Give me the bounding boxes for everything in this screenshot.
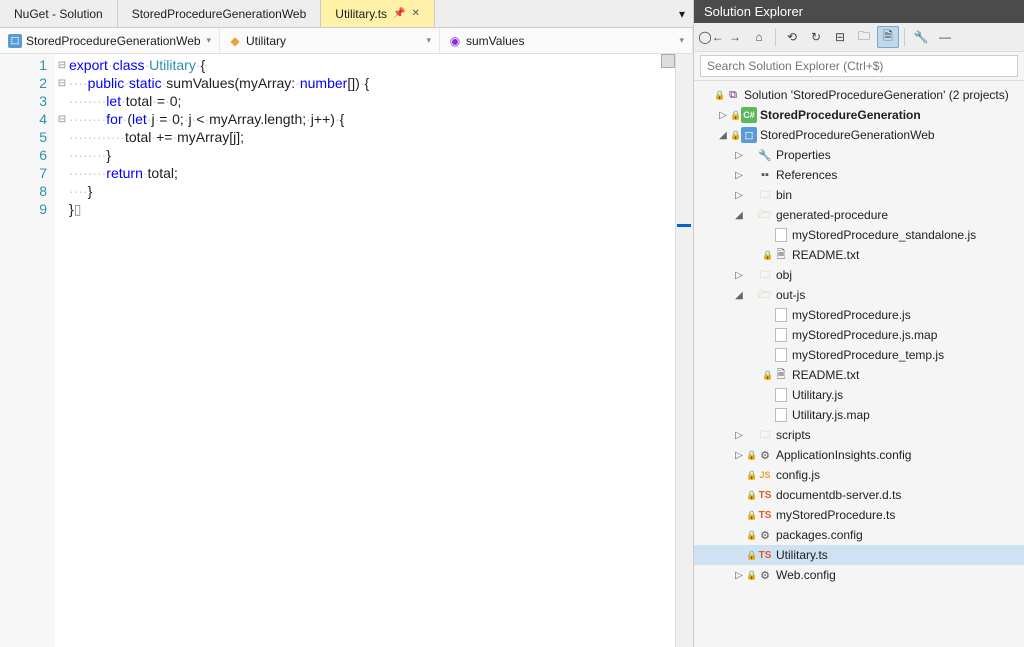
search-box xyxy=(694,52,1024,81)
sync-button[interactable]: ⟲ xyxy=(781,26,803,48)
tab-overflow[interactable]: ▾ xyxy=(671,0,693,27)
forward-button[interactable]: → xyxy=(724,26,746,48)
editor-pane: NuGet - Solution StoredProcedureGenerati… xyxy=(0,0,694,647)
project-icon: ⬚ xyxy=(8,34,22,48)
nav-scope[interactable]: ⬚ StoredProcedureGenerationWeb▾ xyxy=(0,28,220,53)
tree-node[interactable]: ▷myStoredProcedure_standalone.js xyxy=(694,225,1024,245)
solution-explorer: Solution Explorer ◯← → ⌂ ⟲ ↻ ⊟ 🗀 🗎 🔧 — ▷… xyxy=(694,0,1024,647)
nav-member[interactable]: ◉ sumValues▾ xyxy=(440,28,693,53)
code-area[interactable]: export·class·Utilitary·{····public·stati… xyxy=(69,54,675,647)
tree-node[interactable]: ▷🔒⚙ApplicationInsights.config xyxy=(694,445,1024,465)
tree-node[interactable]: ▷myStoredProcedure.js xyxy=(694,305,1024,325)
tree-node[interactable]: ◢🗁out-js xyxy=(694,285,1024,305)
tree-node[interactable]: ▷🔒⧉Solution 'StoredProcedureGeneration' … xyxy=(694,85,1024,105)
tree-node[interactable]: ▷myStoredProcedure_temp.js xyxy=(694,345,1024,365)
tree-node[interactable]: ▷🔒TSUtilitary.ts xyxy=(694,545,1024,565)
tree-node[interactable]: ▷▪▪References xyxy=(694,165,1024,185)
tree-node[interactable]: ▷🔒🗎README.txt xyxy=(694,245,1024,265)
tree-node[interactable]: ▷Utilitary.js.map xyxy=(694,405,1024,425)
nav-class[interactable]: ◆ Utilitary▾ xyxy=(220,28,440,53)
back-button[interactable]: ◯← xyxy=(700,26,722,48)
tab-utilitary[interactable]: Utilitary.ts 📌 ✕ xyxy=(321,0,435,27)
tree-node[interactable]: ▷myStoredProcedure.js.map xyxy=(694,325,1024,345)
home-button[interactable]: ⌂ xyxy=(748,26,770,48)
toggle-button[interactable]: — xyxy=(934,26,956,48)
line-gutter: 123456789 xyxy=(0,54,55,647)
vertical-scrollbar[interactable] xyxy=(675,54,693,647)
pin-icon[interactable]: 📌 xyxy=(393,8,405,19)
refresh-button[interactable]: ↻ xyxy=(805,26,827,48)
tree-node[interactable]: ▷🗀obj xyxy=(694,265,1024,285)
tree-node[interactable]: ▷🔒JSconfig.js xyxy=(694,465,1024,485)
solution-tree[interactable]: ▷🔒⧉Solution 'StoredProcedureGeneration' … xyxy=(694,81,1024,647)
collapse-button[interactable]: ⊟ xyxy=(829,26,851,48)
close-icon[interactable]: ✕ xyxy=(412,8,420,19)
tab-nuget[interactable]: NuGet - Solution xyxy=(0,0,118,27)
search-input[interactable] xyxy=(700,55,1018,77)
tree-node[interactable]: ▷🔧Properties xyxy=(694,145,1024,165)
class-icon: ◆ xyxy=(228,34,242,48)
tree-node[interactable]: ▷Utilitary.js xyxy=(694,385,1024,405)
preview-button[interactable]: 🗎 xyxy=(877,26,899,48)
fold-column[interactable]: ⊟⊟⊟ xyxy=(55,54,69,647)
tree-node[interactable]: ◢🔒⬚StoredProcedureGenerationWeb xyxy=(694,125,1024,145)
tree-node[interactable]: ▷🔒C#StoredProcedureGeneration xyxy=(694,105,1024,125)
tree-node[interactable]: ▷🔒⚙packages.config xyxy=(694,525,1024,545)
split-handle[interactable] xyxy=(661,54,675,68)
show-all-button[interactable]: 🗀 xyxy=(853,26,875,48)
properties-button[interactable]: 🔧 xyxy=(910,26,932,48)
tree-node[interactable]: ▷🔒TSmyStoredProcedure.ts xyxy=(694,505,1024,525)
explorer-toolbar: ◯← → ⌂ ⟲ ↻ ⊟ 🗀 🗎 🔧 — xyxy=(694,23,1024,52)
tree-node[interactable]: ▷🔒TSdocumentdb-server.d.ts xyxy=(694,485,1024,505)
tree-node[interactable]: ▷🗀scripts xyxy=(694,425,1024,445)
code-editor[interactable]: 123456789 ⊟⊟⊟ export·class·Utilitary·{··… xyxy=(0,54,693,647)
document-tabs: NuGet - Solution StoredProcedureGenerati… xyxy=(0,0,693,28)
nav-bar: ⬚ StoredProcedureGenerationWeb▾ ◆ Utilit… xyxy=(0,28,693,54)
tree-node[interactable]: ▷🔒🗎README.txt xyxy=(694,365,1024,385)
panel-title: Solution Explorer xyxy=(694,0,1024,23)
tree-node[interactable]: ◢🗁generated-procedure xyxy=(694,205,1024,225)
tree-node[interactable]: ▷🗀bin xyxy=(694,185,1024,205)
method-icon: ◉ xyxy=(448,34,462,48)
tab-project[interactable]: StoredProcedureGenerationWeb xyxy=(118,0,322,27)
tree-node[interactable]: ▷🔒⚙Web.config xyxy=(694,565,1024,585)
